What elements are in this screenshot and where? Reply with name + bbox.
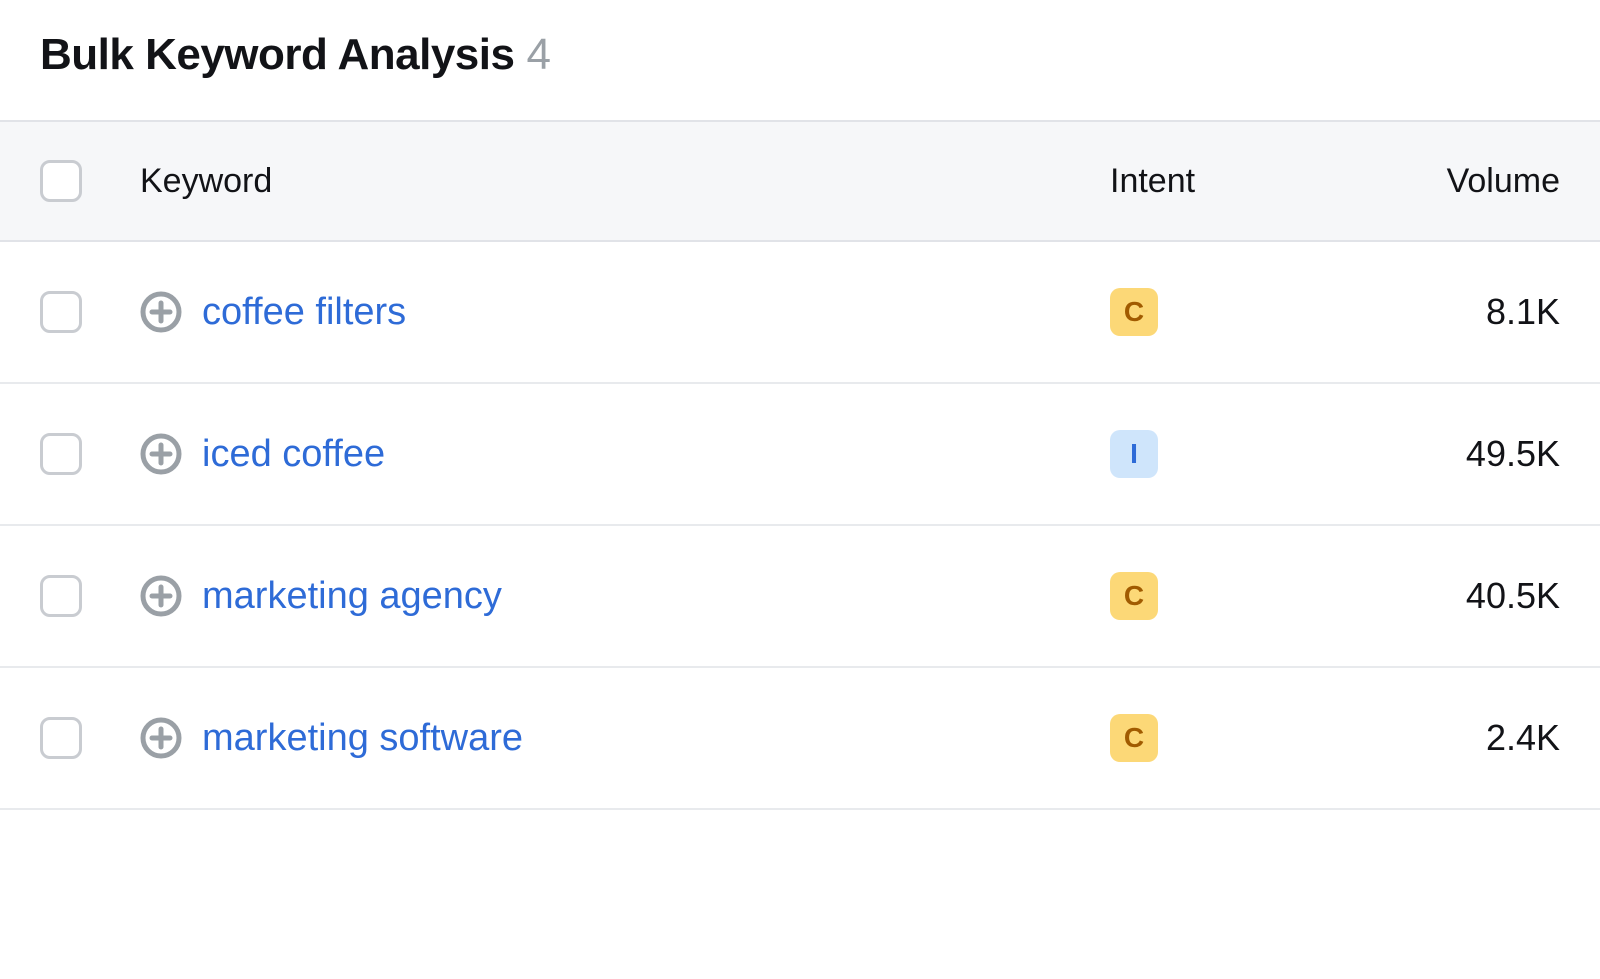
result-count: 4: [526, 30, 550, 80]
row-checkbox[interactable]: [40, 717, 82, 759]
intent-badge: C: [1110, 572, 1158, 620]
table-row: marketing software C 2.4K: [0, 668, 1600, 810]
table-row: marketing agency C 40.5K: [0, 526, 1600, 668]
volume-value: 40.5K: [1330, 575, 1560, 617]
intent-badge: C: [1110, 288, 1158, 336]
keyword-link[interactable]: coffee filters: [202, 291, 406, 334]
volume-value: 49.5K: [1330, 433, 1560, 475]
expand-icon[interactable]: [140, 575, 182, 617]
keyword-link[interactable]: iced coffee: [202, 433, 385, 476]
expand-icon[interactable]: [140, 717, 182, 759]
row-checkbox[interactable]: [40, 291, 82, 333]
intent-badge: C: [1110, 714, 1158, 762]
volume-value: 2.4K: [1330, 717, 1560, 759]
table-header: Keyword Intent Volume: [0, 120, 1600, 242]
title-bar: Bulk Keyword Analysis 4: [0, 0, 1600, 120]
row-checkbox[interactable]: [40, 433, 82, 475]
page-title: Bulk Keyword Analysis: [40, 30, 514, 80]
table-row: coffee filters C 8.1K: [0, 242, 1600, 384]
column-header-keyword[interactable]: Keyword: [140, 162, 1110, 201]
keyword-link[interactable]: marketing agency: [202, 575, 502, 618]
expand-icon[interactable]: [140, 291, 182, 333]
table-row: iced coffee I 49.5K: [0, 384, 1600, 526]
column-header-volume[interactable]: Volume: [1330, 162, 1560, 201]
expand-icon[interactable]: [140, 433, 182, 475]
intent-badge: I: [1110, 430, 1158, 478]
column-header-intent[interactable]: Intent: [1110, 162, 1330, 201]
select-all-checkbox[interactable]: [40, 160, 82, 202]
keyword-link[interactable]: marketing software: [202, 717, 523, 760]
row-checkbox[interactable]: [40, 575, 82, 617]
volume-value: 8.1K: [1330, 291, 1560, 333]
